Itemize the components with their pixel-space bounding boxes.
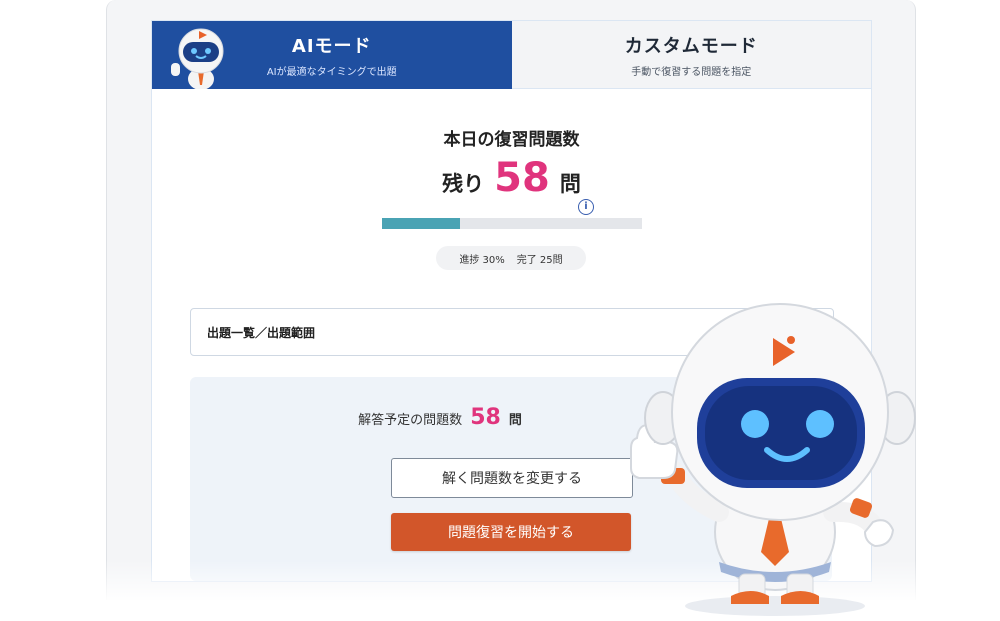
- robot-mascot-icon: [171, 28, 224, 89]
- tab-ai-subtitle: AIが最適なタイミングで出題: [266, 67, 397, 78]
- change-count-button[interactable]: 解く問題数を変更する: [391, 458, 633, 498]
- progress-status-badge: 進捗 30% 完了 25問: [436, 246, 586, 270]
- remaining-count-row: 残り 58 問: [152, 155, 871, 201]
- progress-bar-fill: [382, 218, 460, 229]
- progress-bar: [382, 218, 642, 229]
- progress-percent-text: 進捗 30%: [459, 254, 505, 266]
- completed-count-text: 完了 25問: [516, 254, 563, 266]
- planned-count-label: 解答予定の問題数: [358, 413, 463, 428]
- tab-custom-mode[interactable]: カスタムモード 手動で復習する問題を指定: [511, 21, 871, 89]
- planned-count: 58: [470, 405, 501, 430]
- tab-ai-mode[interactable]: AIモード AIが最適なタイミングで出題: [152, 21, 512, 89]
- robot-mascot: [630, 303, 916, 616]
- review-heading: 本日の復習問題数: [443, 130, 580, 150]
- tab-ai-title: AIモード: [291, 36, 372, 57]
- planned-count-unit: 問: [508, 413, 522, 428]
- start-review-button[interactable]: 問題復習を開始する: [391, 513, 631, 551]
- remaining-unit: 問: [559, 172, 581, 196]
- mode-tabs: AIモード AIが最適なタイミングで出題 カスタムモード 手動で復習する問題を指…: [152, 21, 871, 89]
- remaining-count: 58: [494, 155, 550, 201]
- scope-label: 出題一覧／出題範囲: [207, 325, 316, 340]
- tab-custom-title: カスタムモード: [624, 35, 758, 57]
- remaining-prefix: 残り: [442, 172, 485, 196]
- info-icon[interactable]: i: [578, 199, 594, 215]
- tab-custom-subtitle: 手動で復習する問題を指定: [631, 66, 752, 78]
